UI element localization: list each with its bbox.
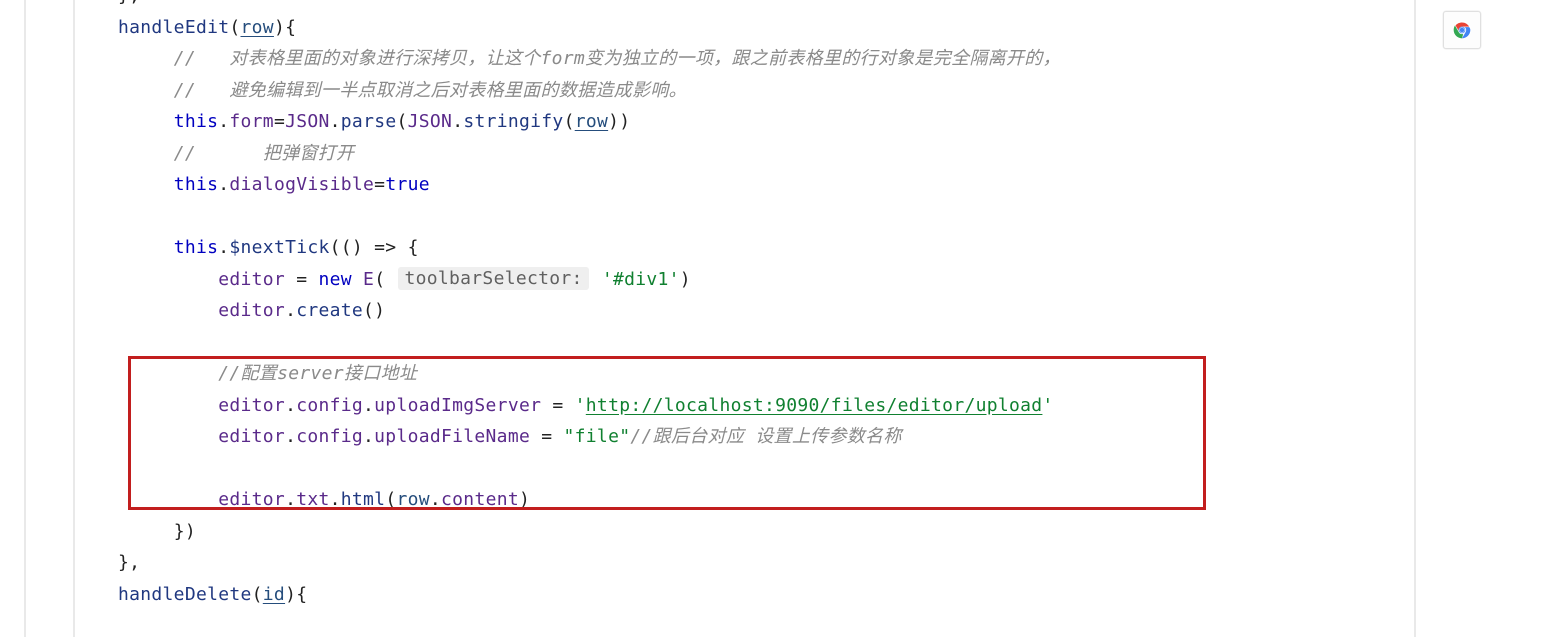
identifier: editor <box>218 395 285 416</box>
inlay-hint: toolbarSelector: <box>398 267 588 290</box>
code-token: = <box>274 111 285 132</box>
keyword: new <box>318 269 351 290</box>
code-token: ( <box>385 489 396 510</box>
identifier: editor <box>218 269 285 290</box>
method: create <box>296 300 363 321</box>
param: row <box>241 17 274 38</box>
editor-viewport: }, handleEdit(row){ // 对表格里面的对象进行深拷贝，让这个… <box>0 0 1543 637</box>
comment: //配置server接口地址 <box>218 363 417 384</box>
string: ' <box>1042 395 1053 416</box>
code-token: . <box>430 489 441 510</box>
string: ' <box>575 395 586 416</box>
space <box>352 269 363 290</box>
code-token: = <box>285 269 318 290</box>
code-token: . <box>452 111 463 132</box>
code-token: }, <box>118 552 140 573</box>
code-token: ) <box>680 269 691 290</box>
identifier: E <box>363 269 374 290</box>
code-token: . <box>285 426 296 447</box>
string: "file" <box>564 426 631 447</box>
keyword: this <box>174 111 219 132</box>
code-token: = <box>541 395 574 416</box>
code-token: ){ <box>285 584 307 605</box>
code-token: ( <box>564 111 575 132</box>
code-token: . <box>218 237 229 258</box>
code-token: . <box>285 489 296 510</box>
code-token: () <box>363 300 385 321</box>
code-token: ( <box>374 269 396 290</box>
param-ref: row <box>396 489 429 510</box>
method: parse <box>341 111 397 132</box>
keyword: this <box>174 237 219 258</box>
code-token: . <box>330 111 341 132</box>
param: id <box>263 584 285 605</box>
code-token: . <box>363 395 374 416</box>
code-token: ( <box>252 584 263 605</box>
code-token: ( <box>229 17 240 38</box>
code-token: . <box>330 489 341 510</box>
method: $nextTick <box>229 237 329 258</box>
identifier: editor <box>218 426 285 447</box>
identifier: editor <box>218 300 285 321</box>
property: uploadImgServer <box>374 395 541 416</box>
url-string: http://localhost:9090/files/editor/uploa… <box>586 395 1043 416</box>
open-in-chrome-button[interactable] <box>1443 11 1481 49</box>
method: stringify <box>463 111 563 132</box>
code-token: }) <box>174 521 196 542</box>
property: dialogVisible <box>229 174 374 195</box>
code-token: = <box>374 174 385 195</box>
code-token: ){ <box>274 17 296 38</box>
code-token: . <box>285 300 296 321</box>
identifier: editor <box>218 489 285 510</box>
code-token: . <box>218 111 229 132</box>
code-token: ) <box>519 489 530 510</box>
code-token: ( <box>396 111 407 132</box>
code-token: . <box>363 426 374 447</box>
property: form <box>229 111 274 132</box>
code-token: }, <box>118 0 140 6</box>
left-guide-2 <box>73 0 75 637</box>
param-ref: row <box>575 111 608 132</box>
code-token: . <box>218 174 229 195</box>
right-guide <box>1414 0 1416 637</box>
property: txt <box>296 489 329 510</box>
property: config <box>296 426 363 447</box>
code-token: )) <box>608 111 630 132</box>
method-name: handleDelete <box>118 584 252 605</box>
method: html <box>341 489 386 510</box>
property: content <box>441 489 519 510</box>
chrome-icon <box>1452 20 1472 40</box>
property: uploadFileName <box>374 426 530 447</box>
left-guide-1 <box>24 0 26 637</box>
method-name: handleEdit <box>118 17 229 38</box>
comment: // 避免编辑到一半点取消之后对表格里面的数据造成影响。 <box>174 80 687 101</box>
code-token: (() => { <box>330 237 419 258</box>
identifier: JSON <box>285 111 330 132</box>
keyword: this <box>174 174 219 195</box>
keyword: true <box>385 174 430 195</box>
identifier: JSON <box>408 111 453 132</box>
property: config <box>296 395 363 416</box>
comment: // 把弹窗打开 <box>174 143 355 164</box>
comment: //跟后台对应 设置上传参数名称 <box>630 426 901 447</box>
code-token: = <box>530 426 563 447</box>
comment: // 对表格里面的对象进行深拷贝，让这个form变为独立的一项，跟之前表格里的行… <box>174 48 1061 69</box>
code-block[interactable]: }, handleEdit(row){ // 对表格里面的对象进行深拷贝，让这个… <box>118 0 1061 610</box>
space <box>591 269 602 290</box>
string: '#div1' <box>602 269 680 290</box>
code-token: . <box>285 395 296 416</box>
